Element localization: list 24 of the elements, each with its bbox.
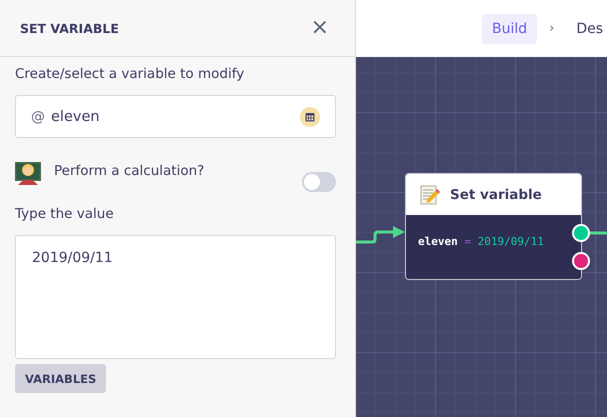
at-sign: @ bbox=[31, 108, 45, 124]
field-label: Type the value bbox=[15, 205, 115, 223]
variable-field[interactable]: @ eleven bbox=[15, 95, 336, 138]
calculation-toggle[interactable] bbox=[302, 172, 336, 192]
notepad-pencil-icon bbox=[420, 184, 440, 204]
calendar-icon[interactable] bbox=[300, 106, 320, 126]
calculation-label: Perform a calculation? bbox=[54, 163, 206, 179]
variable-name: eleven bbox=[51, 108, 101, 124]
teacher-icon bbox=[15, 159, 41, 185]
node-expression: eleven = 2019/09/11 bbox=[418, 235, 544, 248]
close-button[interactable]: × bbox=[306, 17, 333, 39]
breadcrumb-tab[interactable]: Des bbox=[566, 14, 607, 44]
connector-line bbox=[590, 232, 607, 234]
failure-port[interactable] bbox=[572, 252, 590, 270]
field-label: Create/select a variable to modify bbox=[15, 65, 246, 83]
node-card[interactable]: Set variable eleven = 2019/09/11 bbox=[405, 173, 582, 280]
variables-button[interactable]: VARIABLES bbox=[15, 364, 106, 393]
panel-title: SET VARIABLE bbox=[20, 20, 119, 36]
breadcrumb-separator: › bbox=[549, 21, 554, 36]
node-title: Set variable bbox=[450, 186, 542, 202]
success-port[interactable] bbox=[572, 224, 590, 242]
connector-arrow bbox=[356, 226, 405, 244]
breadcrumb-tab[interactable]: Build bbox=[482, 14, 538, 44]
value-field[interactable]: 2019/09/11 bbox=[15, 235, 336, 359]
